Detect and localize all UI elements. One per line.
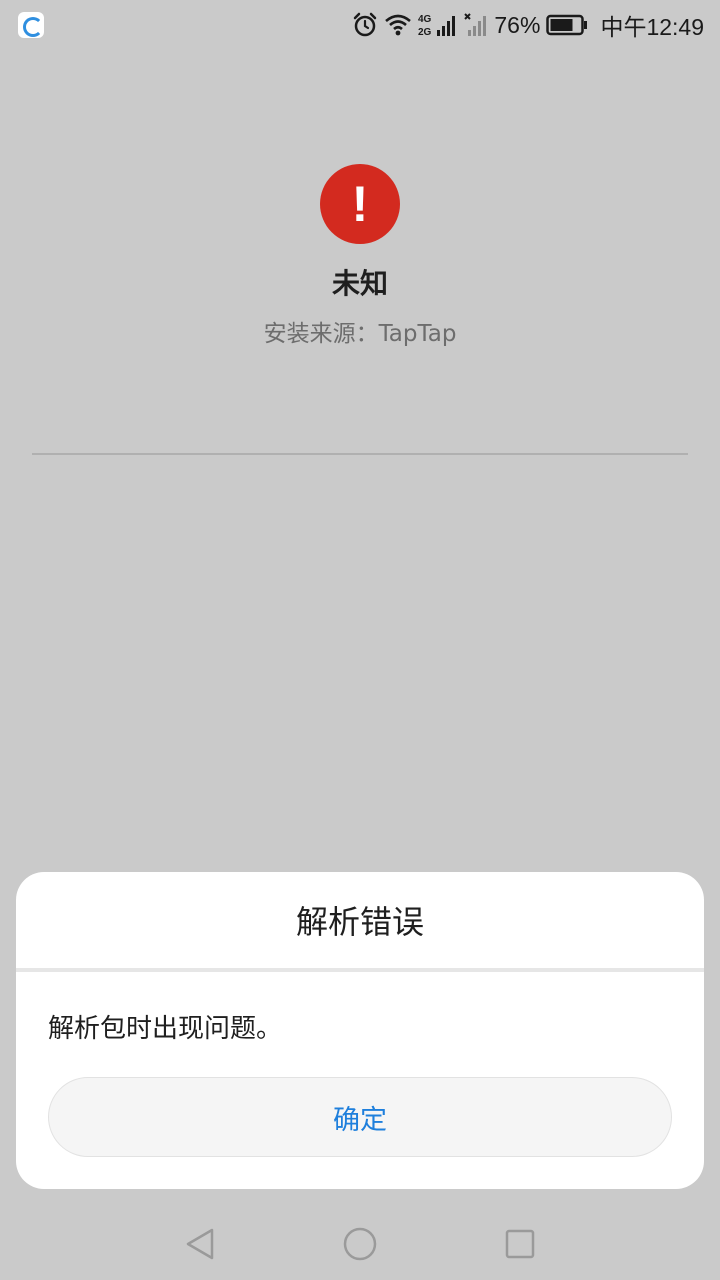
app-info: ! 未知 安装来源：TapTap	[0, 164, 720, 348]
browser-notification-icon	[18, 12, 44, 38]
signal-4g-icon: 4G 2G	[418, 14, 456, 38]
signal-no-sim-icon	[464, 13, 487, 36]
exclamation-icon: !	[320, 164, 400, 244]
error-dialog: 解析错误 解析包时出现问题。 确定	[16, 872, 704, 1189]
battery-fill	[550, 19, 573, 31]
wifi-icon	[385, 14, 412, 36]
app-name: 未知	[331, 267, 388, 300]
install-source: 安装来源：TapTap	[263, 321, 457, 347]
divider	[32, 453, 688, 455]
battery-icon	[546, 14, 588, 36]
battery-percent: 76%	[494, 11, 541, 38]
dialog-divider	[16, 968, 704, 972]
home-icon[interactable]	[342, 1226, 378, 1262]
dialog-title: 解析错误	[295, 903, 424, 941]
dialog-message: 解析包时出现问题。	[48, 1014, 283, 1044]
status-icons: 4G 2G 76% 中午12:49	[352, 8, 704, 42]
network-4g-label: 4G	[418, 14, 432, 25]
status-bar: 4G 2G 76% 中午12:49	[0, 0, 720, 50]
clock: 中午12:49	[600, 14, 704, 40]
network-2g-label: 2G	[418, 27, 432, 38]
navigation-bar	[0, 1208, 720, 1280]
recent-apps-icon[interactable]	[502, 1226, 538, 1262]
alarm-icon	[354, 12, 377, 37]
confirm-button[interactable]: 确定	[48, 1077, 672, 1157]
back-icon[interactable]	[182, 1226, 218, 1262]
